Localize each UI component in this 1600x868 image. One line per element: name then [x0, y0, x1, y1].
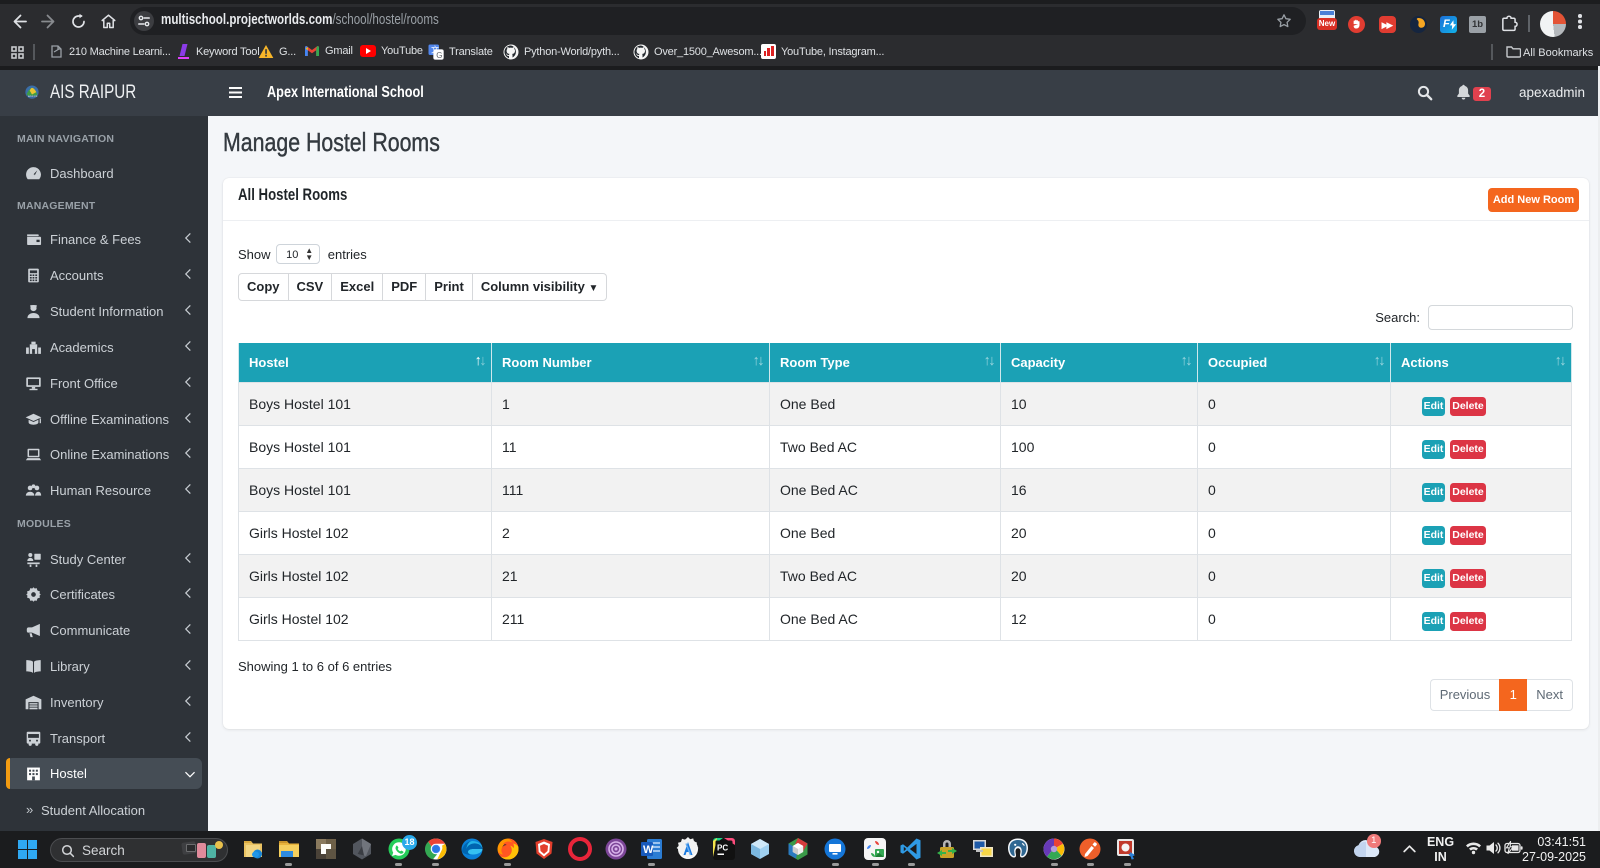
svg-text:PC: PC — [717, 844, 728, 853]
svg-text:G: G — [436, 51, 442, 60]
svg-text:APEX INTL: APEX INTL — [28, 95, 38, 98]
svg-text:W: W — [643, 844, 654, 856]
